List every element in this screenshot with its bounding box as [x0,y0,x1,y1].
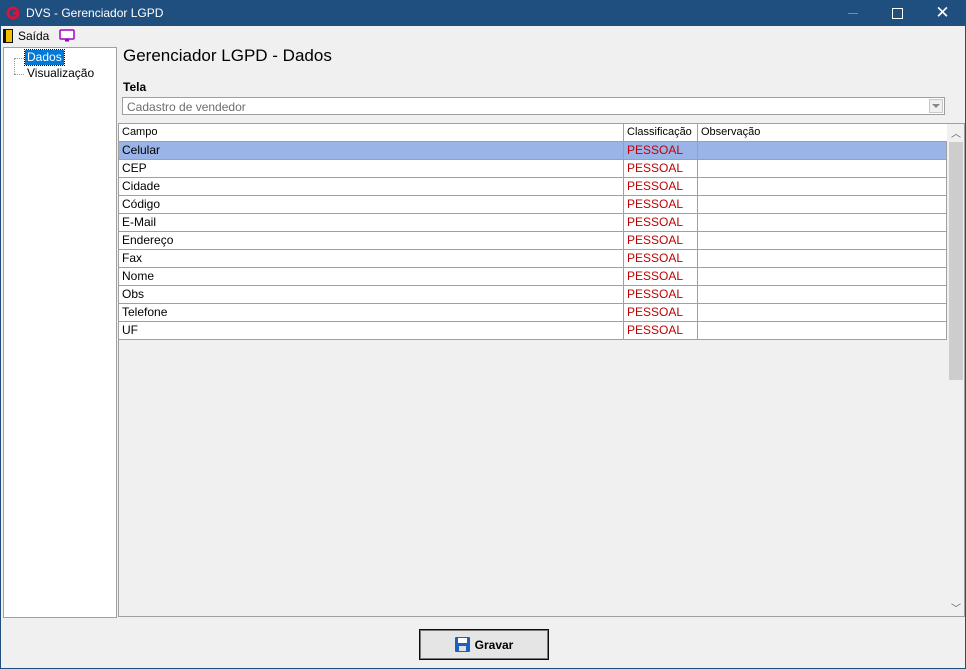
exit-menu-item[interactable]: Saída [3,27,49,44]
column-header-classificacao[interactable]: Classificação [624,124,698,141]
chevron-down-icon [932,104,940,108]
cell-observacao[interactable] [698,214,947,231]
table-row[interactable]: Obs PESSOAL [119,286,947,304]
tela-select[interactable]: Cadastro de vendedor [122,97,945,115]
exit-menu-label: Saída [18,28,50,43]
dropdown-button[interactable] [929,99,943,113]
menu-bar: Saída [1,26,965,45]
table-row[interactable]: UF PESSOAL [119,322,947,340]
tree-connector [14,74,24,75]
cell-campo[interactable]: Endereço [119,232,624,249]
cell-observacao[interactable] [698,232,947,249]
grid-header: Campo Classificação Observação [119,124,947,142]
save-button-label: Gravar [474,637,514,652]
column-header-observacao[interactable]: Observação [698,124,947,141]
cell-observacao[interactable] [698,304,947,321]
door-exit-icon [3,28,13,43]
table-row[interactable]: E-Mail PESSOAL [119,214,947,232]
tree-connector [14,58,24,59]
maximize-button[interactable] [875,1,920,26]
cell-campo[interactable]: E-Mail [119,214,624,231]
table-row[interactable]: Celular PESSOAL [119,142,947,160]
save-button[interactable]: Gravar [419,629,549,660]
window-title: DVS - Gerenciador LGPD [26,6,164,20]
cell-classificacao[interactable]: PESSOAL [624,178,698,195]
cell-campo[interactable]: Cidade [119,178,624,195]
cell-classificacao[interactable]: PESSOAL [624,286,698,303]
grid-rows: Celular PESSOAL CEP PESSOAL Cidade PESSO… [119,142,947,340]
cell-observacao[interactable] [698,268,947,285]
minimize-button[interactable] [830,1,875,26]
table-row[interactable]: Fax PESSOAL [119,250,947,268]
cell-classificacao[interactable]: PESSOAL [624,214,698,231]
cell-campo[interactable]: CEP [119,160,624,177]
cell-classificacao[interactable]: PESSOAL [624,196,698,213]
tela-select-value: Cadastro de vendedor [127,100,246,114]
cell-classificacao[interactable]: PESSOAL [624,160,698,177]
maximize-icon [892,8,903,19]
cell-observacao[interactable] [698,250,947,267]
tela-label: Tela [123,80,147,94]
cell-campo[interactable]: Celular [119,142,624,159]
cell-observacao[interactable] [698,286,947,303]
cell-classificacao[interactable]: PESSOAL [624,250,698,267]
tree-item-dados[interactable]: Dados [24,49,65,66]
table-row[interactable]: CEP PESSOAL [119,160,947,178]
cell-classificacao[interactable]: PESSOAL [624,304,698,321]
cell-campo[interactable]: Telefone [119,304,624,321]
cell-campo[interactable]: Código [119,196,624,213]
vertical-scrollbar[interactable]: ︿ ﹀ [948,124,964,616]
cell-campo[interactable]: UF [119,322,624,339]
monitor-icon[interactable] [59,29,75,42]
table-row[interactable]: Telefone PESSOAL [119,304,947,322]
cell-observacao[interactable] [698,322,947,339]
title-bar[interactable]: DVS - Gerenciador LGPD ✕ [1,1,965,26]
cell-classificacao[interactable]: PESSOAL [624,142,698,159]
scroll-up-arrow-icon[interactable]: ︿ [948,124,964,141]
cell-observacao[interactable] [698,196,947,213]
table-row[interactable]: Cidade PESSOAL [119,178,947,196]
app-window: DVS - Gerenciador LGPD ✕ Saída Dados Vis… [0,0,966,669]
close-button[interactable]: ✕ [920,1,965,26]
table-row[interactable]: Nome PESSOAL [119,268,947,286]
dvs-app-icon [6,6,20,20]
scrollbar-thumb[interactable] [949,142,963,380]
tree-item-visualizacao[interactable]: Visualização [25,66,96,81]
cell-campo[interactable]: Fax [119,250,624,267]
scroll-down-arrow-icon[interactable]: ﹀ [948,599,964,616]
table-row[interactable]: Endereço PESSOAL [119,232,947,250]
cell-classificacao[interactable]: PESSOAL [624,322,698,339]
cell-observacao[interactable] [698,142,947,159]
page-title: Gerenciador LGPD - Dados [123,46,332,65]
floppy-disk-icon [454,637,470,652]
cell-classificacao[interactable]: PESSOAL [624,232,698,249]
cell-observacao[interactable] [698,160,947,177]
table-row[interactable]: Código PESSOAL [119,196,947,214]
minimize-icon [847,13,858,14]
cell-campo[interactable]: Obs [119,286,624,303]
cell-classificacao[interactable]: PESSOAL [624,268,698,285]
column-header-campo[interactable]: Campo [119,124,624,141]
navigation-tree: Dados Visualização [3,47,117,618]
cell-observacao[interactable] [698,178,947,195]
fields-grid: Campo Classificação Observação Celular P… [118,123,965,617]
tree-connector [14,58,15,74]
cell-campo[interactable]: Nome [119,268,624,285]
close-icon: ✕ [935,3,950,23]
